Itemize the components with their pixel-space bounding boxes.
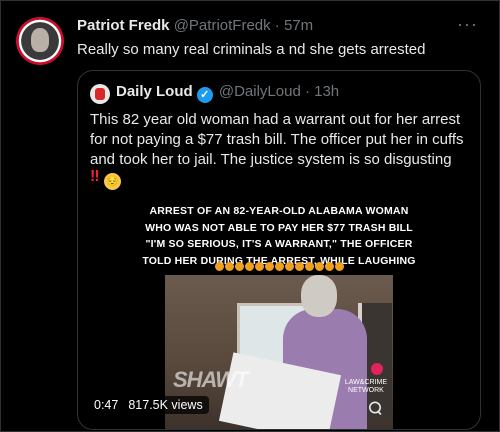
video-watermark: SHAWT	[173, 367, 248, 392]
tweet-header: Patriot Fredk @PatriotFredk · 57m	[77, 17, 313, 34]
header-separator: ·	[274, 17, 280, 34]
quoted-tweet[interactable]: Daily Loud ✓ @DailyLoud · 13h This 82 yea…	[77, 70, 481, 430]
heart-icon	[371, 363, 383, 375]
media-caption: ARREST OF AN 82-YEAR-OLD ALABAMA WOMAN W…	[78, 203, 480, 269]
author-name[interactable]: Patriot Fredk	[77, 17, 170, 34]
avatar-portrait	[31, 28, 49, 52]
verified-badge-icon: ✓	[196, 87, 213, 103]
video-person-head	[301, 275, 337, 317]
tweet-text: Really so many real criminals a nd she g…	[77, 41, 426, 58]
lawcrime-logo: LAW&CRIME NETWORK	[344, 379, 387, 394]
quoted-handle[interactable]: @DailyLoud	[219, 83, 301, 100]
video-stats-badge: 0:47 817.5K views	[88, 396, 209, 414]
user-avatar[interactable]	[16, 17, 64, 65]
quoted-separator: ·	[304, 83, 310, 100]
laughing-emoji-row-icon	[215, 262, 344, 271]
caption-line: ARREST OF AN 82-YEAR-OLD ALABAMA WOMAN	[149, 205, 409, 217]
comment-icon[interactable]	[368, 401, 382, 415]
quoted-author-name[interactable]: Daily Loud	[116, 83, 193, 100]
quoted-avatar[interactable]	[90, 84, 110, 104]
pensive-face-icon: 😔	[104, 173, 122, 190]
tweet-time[interactable]: 57m	[284, 17, 313, 34]
quoted-header: Daily Loud ✓ @DailyLoud · 13h	[116, 83, 339, 103]
double-exclamation-icon: ‼	[90, 168, 100, 185]
video-duration: 0:47	[94, 398, 119, 412]
quoted-text: This 82 year old woman had a warrant out…	[90, 111, 464, 168]
quoted-emojis: ‼ 😔	[90, 168, 122, 190]
author-handle[interactable]: @PatriotFredk	[174, 17, 271, 34]
caption-line: WHO WAS NOT ABLE TO PAY HER $77 TRASH BI…	[145, 221, 413, 234]
video-views: 817.5K views	[128, 398, 203, 412]
more-options-icon[interactable]: ···	[457, 14, 478, 35]
quoted-time[interactable]: 13h	[314, 83, 339, 100]
caption-line: "I'M SO SERIOUS, IT'S A WARRANT," THE OF…	[145, 238, 413, 250]
